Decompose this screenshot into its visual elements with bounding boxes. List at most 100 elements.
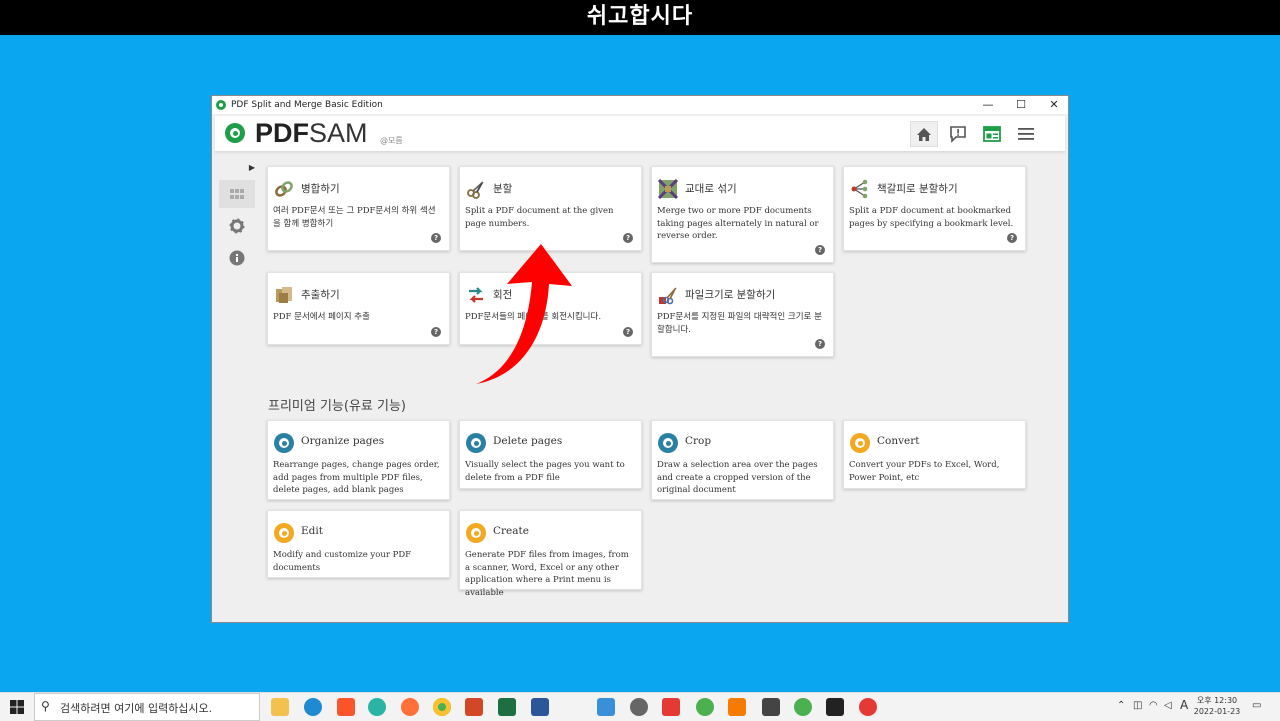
window-title: PDF Split and Merge Basic Edition — [231, 100, 383, 110]
premium-card-convert[interactable]: Convert Convert your PDFs to Excel, Word… — [843, 420, 1026, 489]
sticky-notes-icon[interactable] — [826, 698, 844, 716]
premium-card-delete-pages[interactable]: Delete pages Visually select the pages y… — [459, 420, 642, 489]
brave-browser-icon[interactable] — [337, 698, 355, 716]
premium-description: Draw a selection area over the pages and… — [657, 460, 818, 495]
clock[interactable]: 오후 12:30 2022-01-23 — [1193, 695, 1241, 717]
chrome-icon[interactable] — [433, 698, 451, 716]
tool-description: 여러 PDF문서 또는 그 PDF문서의 하위 섹션을 함께 병합하기 — [273, 206, 436, 229]
app-se-icon[interactable] — [662, 698, 680, 716]
sidebar-item-about[interactable] — [219, 244, 255, 272]
pdfsam-orange-icon — [850, 433, 870, 453]
clock-date: 2022-01-23 — [1193, 707, 1241, 716]
logo-light: SAM — [309, 118, 368, 148]
help-icon[interactable]: ? — [1007, 233, 1017, 243]
powerpoint-icon[interactable] — [465, 698, 483, 716]
sidebar: ▶ — [215, 160, 259, 276]
app-icon — [216, 100, 226, 110]
wifi-icon[interactable]: ◠ — [1149, 700, 1158, 711]
pdfsam-blue-icon — [466, 433, 486, 453]
word-icon[interactable] — [531, 698, 549, 716]
news-icon — [983, 126, 1001, 142]
grid-icon — [230, 189, 244, 199]
premium-title: Create — [493, 525, 529, 537]
pdfsam-blue-icon — [274, 433, 294, 453]
app-icon[interactable] — [368, 698, 386, 716]
android-icon[interactable] — [696, 698, 714, 716]
tool-title: 교대로 섞기 — [685, 183, 737, 195]
tool-title: 파일크기로 분할하기 — [685, 289, 776, 301]
taskbar-search[interactable]: ⚲ 검색하려면 여기에 입력하십시오. — [34, 693, 260, 721]
tool-card-split-by-size[interactable]: 파일크기로 분할하기 PDF문서를 지정된 파일의 대략적인 크기로 분할합니다… — [651, 272, 834, 357]
chevron-up-icon[interactable]: ⌃ — [1117, 700, 1125, 711]
sidebar-item-modules[interactable] — [219, 180, 255, 208]
file-explorer-icon[interactable] — [271, 698, 289, 716]
menu-button[interactable] — [1012, 121, 1040, 147]
vlc-icon[interactable] — [728, 698, 746, 716]
tool-card-rotate[interactable]: 회전 PDF문서들의 페이지를 회전시킵니다. ? — [459, 272, 642, 345]
pdfsam-blue-icon — [658, 433, 678, 453]
premium-card-crop[interactable]: Crop Draw a selection area over the page… — [651, 420, 834, 500]
premium-title: Organize pages — [301, 435, 385, 447]
sidebar-expand-toggle[interactable]: ▶ — [219, 160, 257, 176]
premium-section-title: 프리미엄 기능(유료 기능) — [268, 399, 407, 414]
pdfsam-orange-icon — [274, 523, 294, 543]
help-icon[interactable]: ? — [431, 233, 441, 243]
meet-now-icon[interactable]: ◫ — [1133, 700, 1142, 711]
home-button[interactable] — [910, 121, 938, 147]
maximize-button[interactable]: ☐ — [1005, 96, 1037, 114]
premium-description: Modify and customize your PDF documents — [273, 550, 412, 573]
feedback-button[interactable] — [944, 121, 972, 147]
close-button[interactable]: ✕ — [1038, 96, 1068, 114]
top-banner: 쉬고합시다 — [0, 0, 1280, 35]
volume-icon[interactable]: ◁ — [1164, 700, 1172, 711]
help-icon[interactable]: ? — [623, 233, 633, 243]
logo-text: PDFSAM — [255, 118, 368, 149]
tool-card-split[interactable]: 분할 Split a PDF document at the given pag… — [459, 166, 642, 251]
firefox-icon[interactable] — [401, 698, 419, 716]
extract-boxes-icon — [276, 287, 292, 303]
premium-description: Rearrange pages, change pages order, add… — [273, 460, 440, 495]
premium-card-edit[interactable]: Edit Modify and customize your PDF docum… — [267, 510, 450, 578]
edge-browser-icon[interactable] — [304, 698, 322, 716]
tool-title: 추출하기 — [301, 289, 340, 301]
remote-desktop-icon[interactable] — [597, 698, 615, 716]
premium-card-organize-pages[interactable]: Organize pages Rearrange pages, change p… — [267, 420, 450, 500]
tool-card-extract[interactable]: 추출하기 PDF 문서에서 페이지 추출 ? — [267, 272, 450, 345]
app-header: PDFSAM @모름 — [215, 116, 1065, 152]
sidebar-item-settings[interactable] — [219, 212, 255, 240]
home-icon — [917, 128, 931, 141]
excel-icon[interactable] — [498, 698, 516, 716]
ime-indicator[interactable]: A — [1180, 698, 1188, 712]
feedback-icon — [950, 126, 966, 143]
tool-title: 병합하기 — [301, 183, 340, 195]
calculator-icon[interactable] — [762, 698, 780, 716]
tool-card-merge[interactable]: 병합하기 여러 PDF문서 또는 그 PDF문서의 하위 섹션을 함께 병합하기… — [267, 166, 450, 251]
tool-card-split-by-bookmarks[interactable]: 책갈피로 분할하기 Split a PDF document at bookma… — [843, 166, 1026, 251]
help-icon[interactable]: ? — [815, 339, 825, 349]
tool-card-alternate-mix[interactable]: 교대로 섞기 Merge two or more PDF documents t… — [651, 166, 834, 263]
gear-icon — [229, 218, 245, 234]
opera-icon[interactable] — [859, 698, 877, 716]
news-button[interactable] — [978, 121, 1006, 147]
premium-title: Edit — [301, 525, 323, 537]
minimize-button[interactable]: — — [972, 96, 1004, 114]
premium-description: Convert your PDFs to Excel, Word, Power … — [849, 460, 1000, 483]
search-icon: ⚲ — [41, 699, 50, 713]
help-icon[interactable]: ? — [623, 327, 633, 337]
chrome-icon[interactable] — [794, 698, 812, 716]
chain-link-icon — [275, 181, 293, 197]
tool-description: Merge two or more PDF documents taking p… — [657, 206, 819, 241]
premium-description: Generate PDF files from images, from a s… — [465, 550, 629, 598]
help-icon[interactable]: ? — [431, 327, 441, 337]
hamburger-menu-icon — [1018, 128, 1034, 140]
bookmark-tree-icon — [851, 179, 868, 199]
notification-icon[interactable]: ▭ — [1252, 700, 1261, 711]
premium-title: Delete pages — [493, 435, 563, 447]
snipping-tool-icon[interactable] — [630, 698, 648, 716]
windows-start-icon[interactable] — [10, 700, 24, 714]
app-window: PDF Split and Merge Basic Edition — ☐ ✕ … — [211, 95, 1069, 623]
premium-card-create[interactable]: Create Generate PDF files from images, f… — [459, 510, 642, 598]
help-icon[interactable]: ? — [815, 245, 825, 255]
premium-title: Convert — [877, 435, 920, 447]
logo-subtitle: @모름 — [380, 136, 403, 145]
